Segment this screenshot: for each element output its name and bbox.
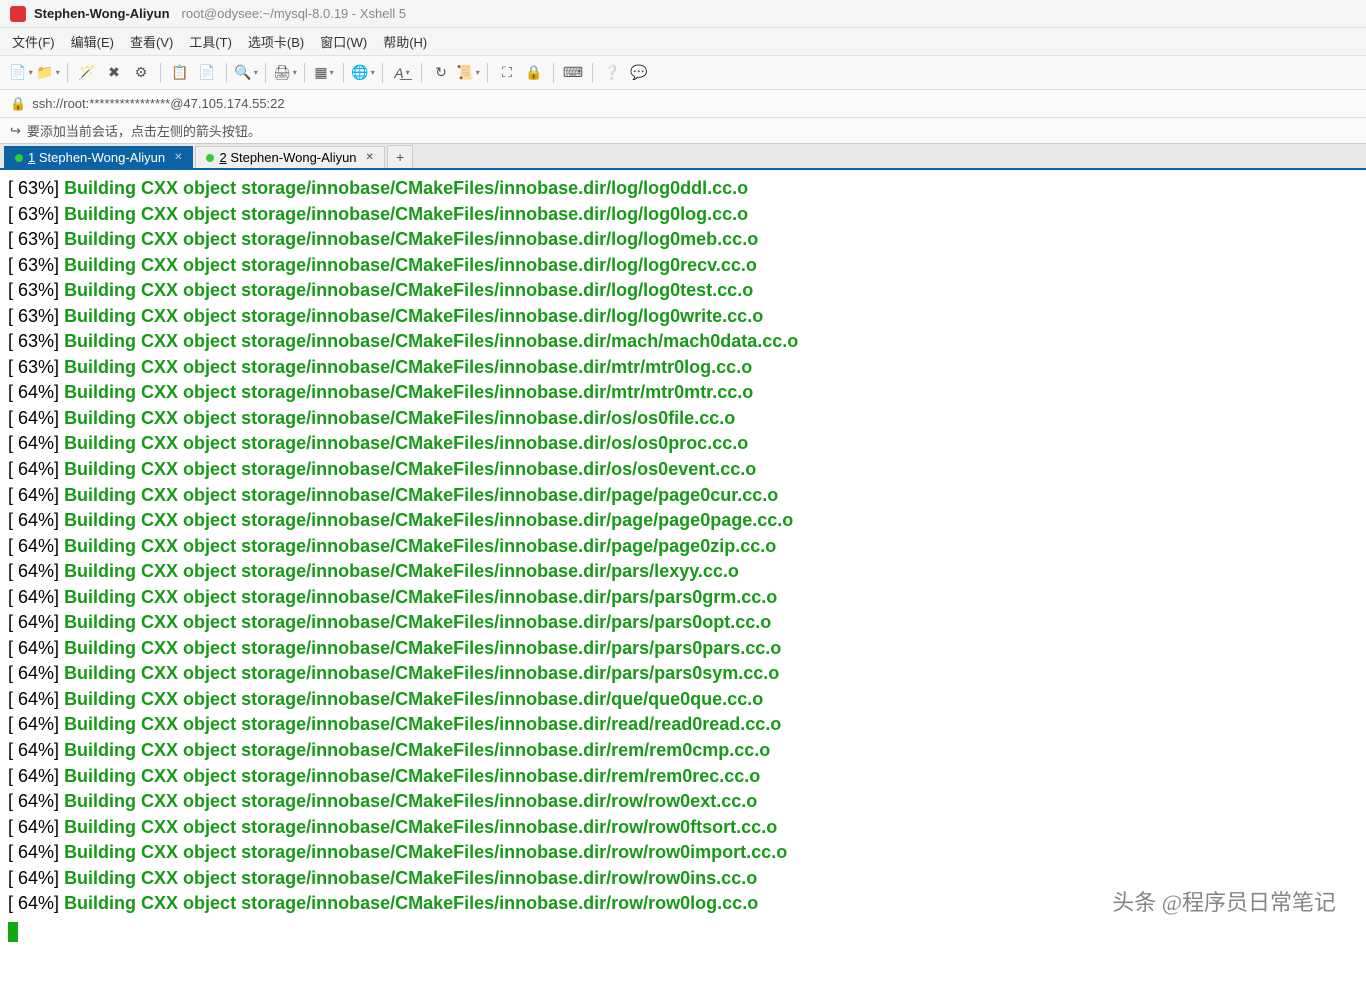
terminal-line: [ 64%] Building CXX object storage/innob… bbox=[8, 636, 1358, 662]
close-icon[interactable]: ✕ bbox=[366, 152, 374, 163]
separator bbox=[67, 63, 68, 83]
menu-bar: 文件(F) 编辑(E) 查看(V) 工具(T) 选项卡(B) 窗口(W) 帮助(… bbox=[0, 28, 1366, 56]
new-session-button[interactable]: 📄 bbox=[10, 62, 32, 84]
terminal-line: [ 64%] Building CXX object storage/innob… bbox=[8, 406, 1358, 432]
menu-edit[interactable]: 编辑(E) bbox=[71, 32, 114, 51]
fullscreen-button[interactable]: ⛶ bbox=[496, 62, 518, 84]
separator bbox=[487, 63, 488, 83]
tab-strip: 1 Stephen-Wong-Aliyun ✕ 2 Stephen-Wong-A… bbox=[0, 144, 1366, 170]
menu-view[interactable]: 查看(V) bbox=[130, 32, 173, 51]
toolbar: 📄 📁 🪄 ✖ ⚙ 📋 📄 🔍 🖨 ▦ 🌐 A͟ ↻ 📜 ⛶ 🔒 ⌨ ❔ 💬 bbox=[0, 56, 1366, 90]
terminal-line: [ 64%] Building CXX object storage/innob… bbox=[8, 483, 1358, 509]
terminal-line: [ 64%] Building CXX object storage/innob… bbox=[8, 610, 1358, 636]
terminal-line: [ 64%] Building CXX object storage/innob… bbox=[8, 738, 1358, 764]
terminal-line: [ 63%] Building CXX object storage/innob… bbox=[8, 227, 1358, 253]
menu-tabs[interactable]: 选项卡(B) bbox=[248, 32, 304, 51]
separator bbox=[382, 63, 383, 83]
terminal-line: [ 64%] Building CXX object storage/innob… bbox=[8, 508, 1358, 534]
status-dot-icon bbox=[15, 154, 23, 162]
terminal-line: [ 64%] Building CXX object storage/innob… bbox=[8, 559, 1358, 585]
open-button[interactable]: 📁 bbox=[37, 62, 59, 84]
tab-2-num: 2 bbox=[219, 150, 226, 165]
feedback-button[interactable]: 💬 bbox=[628, 62, 650, 84]
terminal[interactable]: [ 63%] Building CXX object storage/innob… bbox=[0, 170, 1366, 1007]
title-session: Stephen-Wong-Aliyun bbox=[34, 6, 170, 21]
terminal-line: [ 63%] Building CXX object storage/innob… bbox=[8, 329, 1358, 355]
terminal-line: [ 63%] Building CXX object storage/innob… bbox=[8, 355, 1358, 381]
tab-1-label: Stephen-Wong-Aliyun bbox=[35, 150, 165, 165]
terminal-line: [ 64%] Building CXX object storage/innob… bbox=[8, 380, 1358, 406]
terminal-line: [ 64%] Building CXX object storage/innob… bbox=[8, 457, 1358, 483]
terminal-line: [ 64%] Building CXX object storage/innob… bbox=[8, 534, 1358, 560]
reconnect-button[interactable]: 🪄 bbox=[76, 62, 98, 84]
properties-button[interactable]: ⚙ bbox=[130, 62, 152, 84]
session-hint-bar: ↪ 要添加当前会话，点击左侧的箭头按钮。 bbox=[0, 118, 1366, 144]
terminal-line: [ 64%] Building CXX object storage/innob… bbox=[8, 585, 1358, 611]
terminal-line: [ 64%] Building CXX object storage/innob… bbox=[8, 789, 1358, 815]
terminal-line: [ 63%] Building CXX object storage/innob… bbox=[8, 304, 1358, 330]
separator bbox=[160, 63, 161, 83]
menu-file[interactable]: 文件(F) bbox=[12, 32, 55, 51]
separator bbox=[265, 63, 266, 83]
separator bbox=[343, 63, 344, 83]
tab-add[interactable]: + bbox=[387, 145, 413, 168]
watermark: 头条 @程序员日常笔记 bbox=[1112, 885, 1336, 917]
keyboard-button[interactable]: ⌨ bbox=[562, 62, 584, 84]
separator bbox=[553, 63, 554, 83]
cursor bbox=[8, 922, 18, 942]
menu-tools[interactable]: 工具(T) bbox=[189, 32, 232, 51]
terminal-line: [ 63%] Building CXX object storage/innob… bbox=[8, 176, 1358, 202]
help-button[interactable]: ❔ bbox=[601, 62, 623, 84]
find-button[interactable]: 🔍 bbox=[235, 62, 257, 84]
status-dot-icon bbox=[206, 154, 214, 162]
layout-button[interactable]: ▦ bbox=[313, 62, 335, 84]
terminal-line: [ 64%] Building CXX object storage/innob… bbox=[8, 840, 1358, 866]
encoding-button[interactable]: 🌐 bbox=[352, 62, 374, 84]
terminal-line: [ 63%] Building CXX object storage/innob… bbox=[8, 278, 1358, 304]
terminal-line: [ 64%] Building CXX object storage/innob… bbox=[8, 712, 1358, 738]
address-bar: 🔒 ssh://root:****************@47.105.174… bbox=[0, 90, 1366, 118]
app-icon bbox=[10, 6, 26, 22]
menu-help[interactable]: 帮助(H) bbox=[383, 32, 427, 51]
title-path: root@odysee:~/mysql-8.0.19 - Xshell 5 bbox=[182, 6, 407, 21]
copy-button[interactable]: 📋 bbox=[169, 62, 191, 84]
disconnect-button[interactable]: ✖ bbox=[103, 62, 125, 84]
tab-1[interactable]: 1 Stephen-Wong-Aliyun ✕ bbox=[4, 146, 193, 168]
separator bbox=[226, 63, 227, 83]
terminal-line: [ 64%] Building CXX object storage/innob… bbox=[8, 687, 1358, 713]
terminal-line: [ 64%] Building CXX object storage/innob… bbox=[8, 815, 1358, 841]
paste-button[interactable]: 📄 bbox=[196, 62, 218, 84]
script-button[interactable]: 📜 bbox=[457, 62, 479, 84]
font-button[interactable]: A͟ bbox=[391, 62, 413, 84]
menu-window[interactable]: 窗口(W) bbox=[320, 32, 367, 51]
separator bbox=[304, 63, 305, 83]
separator bbox=[592, 63, 593, 83]
title-bar: Stephen-Wong-Aliyun root@odysee:~/mysql-… bbox=[0, 0, 1366, 28]
terminal-line: [ 63%] Building CXX object storage/innob… bbox=[8, 202, 1358, 228]
terminal-line: [ 63%] Building CXX object storage/innob… bbox=[8, 253, 1358, 279]
session-hint-text: 要添加当前会话，点击左侧的箭头按钮。 bbox=[27, 121, 261, 140]
refresh-button[interactable]: ↻ bbox=[430, 62, 452, 84]
tab-2-label: Stephen-Wong-Aliyun bbox=[227, 150, 357, 165]
tab-2[interactable]: 2 Stephen-Wong-Aliyun ✕ bbox=[195, 146, 384, 168]
separator bbox=[421, 63, 422, 83]
lock-button[interactable]: 🔒 bbox=[523, 62, 545, 84]
close-icon[interactable]: ✕ bbox=[174, 152, 182, 163]
address-text[interactable]: ssh://root:****************@47.105.174.5… bbox=[32, 96, 284, 111]
terminal-line: [ 64%] Building CXX object storage/innob… bbox=[8, 764, 1358, 790]
print-button[interactable]: 🖨 bbox=[274, 62, 296, 84]
terminal-line: [ 64%] Building CXX object storage/innob… bbox=[8, 661, 1358, 687]
terminal-line: [ 64%] Building CXX object storage/innob… bbox=[8, 431, 1358, 457]
lock-icon: 🔒 bbox=[10, 96, 26, 112]
arrow-icon[interactable]: ↪ bbox=[10, 123, 21, 139]
